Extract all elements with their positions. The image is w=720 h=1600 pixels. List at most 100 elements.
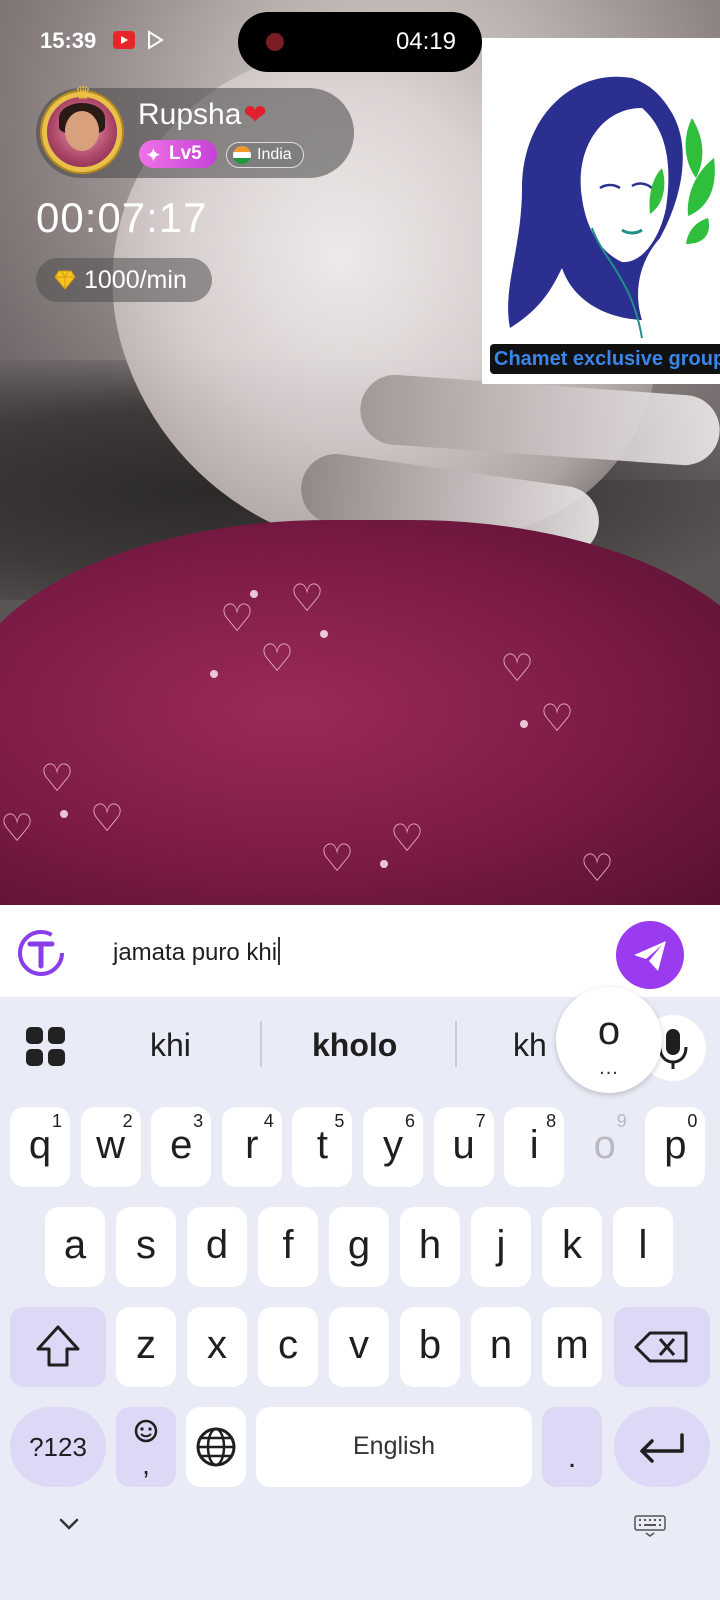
india-flag-icon [233, 146, 251, 164]
call-rate: 1000/min [84, 266, 187, 294]
garment-heart: ♡ [0, 808, 35, 850]
key-e[interactable]: e3 [151, 1107, 212, 1187]
key-g[interactable]: g [329, 1207, 389, 1287]
key-number-hint: 2 [122, 1111, 133, 1131]
key-h[interactable]: h [400, 1207, 460, 1287]
key-preview-more: ... [599, 1057, 619, 1079]
translate-icon[interactable] [16, 928, 66, 978]
key-v[interactable]: v [329, 1307, 389, 1387]
send-button[interactable] [616, 921, 684, 989]
key-char: v [349, 1323, 369, 1367]
key-number-hint: 0 [687, 1111, 698, 1131]
message-input[interactable]: jamata puro khi [113, 937, 281, 967]
key-char: d [205, 1223, 229, 1267]
key-t[interactable]: t5 [292, 1107, 353, 1187]
screen-recording-pill[interactable]: 04:19 [238, 12, 482, 72]
key-char: n [489, 1323, 513, 1367]
key-s[interactable]: s [116, 1207, 176, 1287]
key-z[interactable]: z [116, 1307, 176, 1387]
key-u[interactable]: u7 [433, 1107, 494, 1187]
key-i[interactable]: i8 [504, 1107, 565, 1187]
text-caret [278, 937, 281, 965]
key-o[interactable]: o9 [575, 1107, 635, 1187]
key-r[interactable]: r4 [221, 1107, 282, 1187]
key-k[interactable]: k [542, 1207, 602, 1287]
key-y[interactable]: y6 [363, 1107, 423, 1187]
key-c[interactable]: c [258, 1307, 318, 1387]
garment-heart: ♡ [320, 838, 355, 880]
suggestion-2[interactable]: kholo [312, 1027, 397, 1064]
key-a[interactable]: a [45, 1207, 105, 1287]
key-char: l [638, 1223, 648, 1267]
enter-icon [640, 1433, 684, 1463]
key-preview-char: o [597, 1009, 621, 1053]
garment-dot [210, 670, 218, 678]
youtube-notification-icon [113, 31, 135, 49]
host-avatar[interactable]: ♛ [42, 83, 122, 172]
play-store-notification-icon [148, 30, 164, 50]
period-key[interactable]: . [542, 1407, 602, 1487]
garment-heart: ♡ [540, 698, 575, 740]
space-bar-label: English [353, 1432, 435, 1460]
red-heart-icon: ❤ [243, 99, 267, 130]
level-label: Lv5 [169, 143, 202, 164]
key-q[interactable]: q1 [10, 1107, 70, 1187]
period-label: . [567, 1441, 577, 1474]
shift-icon [36, 1325, 80, 1367]
keyboard-switch-icon[interactable] [634, 1515, 666, 1537]
garment-heart: ♡ [290, 578, 325, 620]
key-number-hint: 8 [546, 1111, 557, 1131]
country-badge: India [226, 142, 304, 168]
recording-dot-icon [266, 33, 284, 51]
key-l[interactable]: l [613, 1207, 673, 1287]
garment-heart: ♡ [390, 818, 425, 860]
key-char: g [347, 1223, 371, 1267]
woman-logo-illustration [508, 76, 715, 339]
suggestion-1[interactable]: khi [150, 1027, 191, 1064]
key-f[interactable]: f [258, 1207, 318, 1287]
shift-key[interactable] [10, 1307, 106, 1387]
country-label: India [257, 146, 292, 163]
key-number-hint: 9 [616, 1111, 627, 1131]
key-char: j [496, 1223, 506, 1267]
garment-heart: ♡ [40, 758, 75, 800]
garment-heart: ♡ [260, 638, 295, 680]
message-input-value: jamata puro khi [113, 939, 278, 966]
garment-heart: ♡ [580, 848, 615, 890]
garment-dot [60, 810, 68, 818]
soft-keyboard: khi kholo kh o ... q1w2e3r4t5y6u7i8o9p0 … [0, 987, 720, 1600]
garment-heart: ♡ [500, 648, 535, 690]
backspace-key[interactable] [614, 1307, 710, 1387]
key-number-hint: 1 [51, 1111, 62, 1131]
language-key[interactable] [186, 1407, 246, 1487]
space-bar[interactable]: English [256, 1407, 532, 1487]
key-d[interactable]: d [187, 1207, 247, 1287]
video-garment: ♡ ♡ ♡ ♡ ♡ ♡ ♡ ♡ ♡ ♡ ♡ [0, 520, 720, 905]
key-n[interactable]: n [471, 1307, 531, 1387]
key-char: x [207, 1323, 227, 1367]
send-icon [634, 941, 666, 971]
key-char: c [278, 1323, 298, 1367]
symbols-key[interactable]: ?123 [10, 1407, 106, 1487]
promo-caption: Chamet exclusive group [490, 344, 720, 374]
level-badge: ✦ Lv5 [139, 140, 217, 168]
emoji-comma-key[interactable]: , [116, 1407, 176, 1487]
hide-keyboard-chevron-icon[interactable] [56, 1511, 82, 1537]
key-p[interactable]: p0 [645, 1107, 706, 1187]
globe-icon [196, 1427, 236, 1467]
key-b[interactable]: b [400, 1307, 460, 1387]
emoji-icon [134, 1419, 158, 1443]
suggestion-3[interactable]: kh [513, 1027, 547, 1064]
key-m[interactable]: m [542, 1307, 602, 1387]
key-j[interactable]: j [471, 1207, 531, 1287]
host-name: Rupsha [138, 98, 242, 131]
host-profile-card[interactable]: ♛ Rupsha❤ ✦ Lv5 India [36, 83, 354, 178]
key-char: k [562, 1223, 582, 1267]
key-char: s [136, 1223, 156, 1267]
key-char: m [555, 1323, 589, 1367]
enter-key[interactable] [614, 1407, 710, 1487]
keyboard-apps-icon[interactable] [26, 1027, 66, 1067]
promo-banner[interactable]: Chamet exclusive group [482, 38, 720, 384]
key-w[interactable]: w2 [80, 1107, 141, 1187]
key-x[interactable]: x [187, 1307, 247, 1387]
